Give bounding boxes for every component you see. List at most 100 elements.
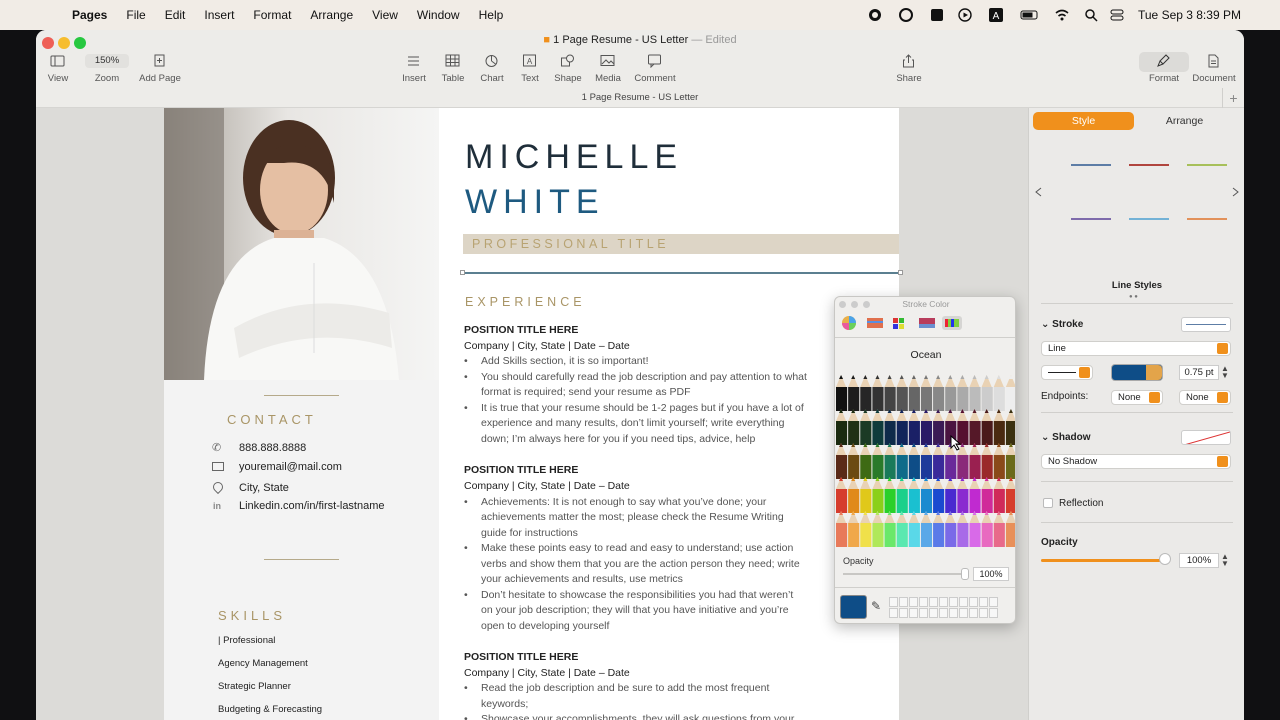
clock[interactable]: Tue Sep 3 8:39 PM: [1138, 8, 1241, 22]
crayon[interactable]: [848, 421, 860, 445]
bullet-text[interactable]: It is true that your resume should be 1-…: [481, 401, 804, 417]
stroke-type-popup[interactable]: Line: [1041, 341, 1231, 356]
crayon[interactable]: [860, 387, 872, 411]
crayon[interactable]: [1005, 387, 1016, 411]
opacity-slider[interactable]: [1041, 559, 1161, 562]
crayon[interactable]: [957, 387, 969, 411]
bullet-text[interactable]: on your job description; they will that …: [481, 603, 789, 619]
crayon[interactable]: [884, 387, 896, 411]
crayon[interactable]: [993, 421, 1005, 445]
color-swatch[interactable]: [899, 608, 908, 618]
menu-view[interactable]: View: [372, 8, 398, 22]
stroke-preview[interactable]: [1181, 317, 1231, 332]
opacity-stepper[interactable]: ▲ ▼: [1221, 553, 1229, 568]
color-swatch[interactable]: [889, 608, 898, 618]
color-swatch[interactable]: [989, 597, 998, 607]
color-swatch[interactable]: [959, 597, 968, 607]
bullet-text[interactable]: format is required; send your resume as …: [481, 385, 691, 401]
tab-title[interactable]: 1 Page Resume - US Letter: [36, 92, 1244, 103]
crayon[interactable]: [908, 455, 920, 479]
crayon[interactable]: [945, 387, 957, 411]
crayon[interactable]: [1005, 489, 1016, 513]
crayon[interactable]: [957, 455, 969, 479]
crayon[interactable]: [872, 489, 884, 513]
color-swatch[interactable]: [969, 608, 978, 618]
menu-window[interactable]: Window: [417, 8, 460, 22]
color-swatch[interactable]: [929, 597, 938, 607]
panel-opacity-slider[interactable]: [843, 573, 965, 575]
menu-format[interactable]: Format: [253, 8, 291, 22]
zoom-control[interactable]: 150% Zoom: [82, 54, 132, 84]
page-dots[interactable]: ● ●: [1129, 294, 1138, 300]
crayon[interactable]: [920, 523, 933, 547]
color-swatch[interactable]: [909, 597, 918, 607]
menu-help[interactable]: Help: [479, 8, 504, 22]
crayon[interactable]: [933, 421, 945, 445]
color-swatch[interactable]: [939, 597, 948, 607]
panel-opacity-field[interactable]: 100%: [973, 567, 1009, 581]
color-swatch[interactable]: [969, 597, 978, 607]
reflection-checkbox[interactable]: [1043, 498, 1053, 508]
panel-opacity-knob[interactable]: [961, 568, 969, 580]
email-text[interactable]: youremail@mail.com: [239, 461, 342, 473]
input-source-icon[interactable]: A: [989, 8, 1003, 22]
line-pattern-popup[interactable]: [1041, 365, 1093, 380]
control-center-icon[interactable]: [1110, 8, 1124, 22]
bullet-text[interactable]: open to developing yourself: [481, 619, 609, 635]
record-icon[interactable]: [868, 8, 882, 22]
last-name[interactable]: WHITE: [465, 183, 605, 222]
crayon[interactable]: [945, 455, 957, 479]
bullet-text[interactable]: Add Skills section, it is so important!: [481, 354, 648, 370]
crayon[interactable]: [884, 489, 896, 513]
crayon[interactable]: [957, 523, 969, 547]
color-swatch[interactable]: [939, 608, 948, 618]
crayon[interactable]: [896, 387, 908, 411]
crayon[interactable]: [884, 523, 896, 547]
profile-photo[interactable]: [164, 108, 439, 380]
crayon[interactable]: [981, 455, 993, 479]
crayon[interactable]: [896, 523, 908, 547]
bullet-text[interactable]: achievements matter the most; please che…: [481, 510, 784, 526]
crayon[interactable]: [836, 387, 848, 411]
opacity-slider-knob[interactable]: [1159, 553, 1171, 565]
job-position[interactable]: POSITION TITLE HERE: [464, 323, 578, 339]
line-style-presets[interactable]: [1029, 152, 1244, 232]
job-company[interactable]: Company | City, State | Date – Date: [464, 479, 630, 495]
menu-edit[interactable]: Edit: [165, 8, 186, 22]
bullet-text[interactable]: Showcase your accomplishments, they will…: [481, 712, 794, 720]
crayon[interactable]: [1005, 455, 1016, 479]
color-swatch[interactable]: [919, 597, 928, 607]
crayon[interactable]: [920, 489, 933, 513]
crayon[interactable]: [848, 489, 860, 513]
stroke-color-well[interactable]: [1111, 364, 1163, 381]
endpoint-left-popup[interactable]: None: [1111, 390, 1163, 405]
view-button[interactable]: View: [36, 54, 83, 84]
menu-insert[interactable]: Insert: [204, 8, 234, 22]
crayon[interactable]: [1005, 523, 1016, 547]
crayon[interactable]: [836, 421, 848, 445]
crayon[interactable]: [969, 387, 981, 411]
job-position[interactable]: POSITION TITLE HERE: [464, 650, 578, 666]
play-icon[interactable]: [958, 8, 972, 22]
crayon[interactable]: [933, 387, 945, 411]
color-swatch[interactable]: [959, 608, 968, 618]
crayon[interactable]: [993, 523, 1005, 547]
spotlight-search-icon[interactable]: [1084, 8, 1098, 22]
menu-file[interactable]: File: [126, 8, 145, 22]
crayon[interactable]: [920, 421, 933, 445]
color-swatch[interactable]: [899, 597, 908, 607]
selected-line[interactable]: [462, 272, 902, 274]
creative-cloud-icon[interactable]: [899, 8, 913, 22]
crayon[interactable]: [1005, 421, 1016, 445]
menu-arrange[interactable]: Arrange: [310, 8, 353, 22]
format-button[interactable]: Format: [1139, 54, 1189, 84]
skill-item[interactable]: Budgeting & Forecasting: [218, 704, 322, 715]
selection-handle-right[interactable]: [898, 270, 903, 275]
color-swatch[interactable]: [949, 597, 958, 607]
crayon[interactable]: [969, 523, 981, 547]
phone-text[interactable]: 888.888.8888: [239, 442, 306, 454]
color-swatch[interactable]: [929, 608, 938, 618]
crayon[interactable]: [872, 523, 884, 547]
color-swatches[interactable]: [889, 597, 1001, 619]
crayon[interactable]: [933, 489, 945, 513]
